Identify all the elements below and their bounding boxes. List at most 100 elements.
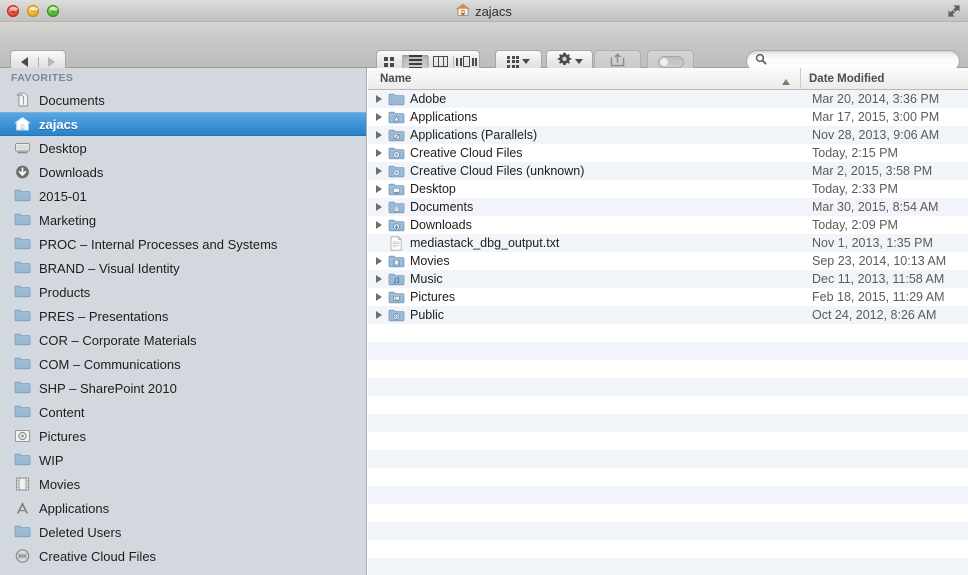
empty-row (368, 360, 968, 378)
music-folder-icon (388, 272, 405, 286)
disclosure-triangle-icon[interactable] (376, 185, 382, 193)
sidebar-item-label: Applications (39, 500, 110, 516)
sidebar-item-label: 2015-01 (39, 188, 87, 204)
cell-date-modified: Nov 28, 2013, 9:06 AM (812, 128, 940, 142)
empty-row (368, 450, 968, 468)
window-title: zajacs (0, 0, 968, 22)
table-row[interactable]: Creative Cloud Files (unknown) Mar 2, 201… (368, 162, 968, 180)
table-row[interactable]: Downloads Today, 2:09 PM (368, 216, 968, 234)
column-header-name[interactable]: Name (368, 73, 800, 85)
column-header-name-label: Name (380, 72, 412, 85)
cell-date-modified: Today, 2:33 PM (812, 182, 898, 196)
table-row[interactable]: Documents Mar 30, 2015, 8:54 AM (368, 198, 968, 216)
sidebar-item-content[interactable]: Content (0, 400, 366, 424)
table-row[interactable]: Public Oct 24, 2012, 8:26 AM (368, 306, 968, 324)
sidebar-item-products[interactable]: Products (0, 280, 366, 304)
chevron-down-icon (574, 59, 583, 64)
forward-button[interactable] (37, 56, 66, 67)
list-icon (408, 54, 422, 69)
sidebar-item-label: Creative Cloud Files (39, 548, 157, 564)
sidebar-item-desktop[interactable]: Desktop (0, 136, 366, 160)
file-rows: Adobe Mar 20, 2014, 3:36 PM Applications Ma… (368, 90, 968, 575)
sidebar-item-2015-01[interactable]: 2015-01 (0, 184, 366, 208)
sidebar-item-deleted-users[interactable]: Deleted Users (0, 520, 366, 544)
sidebar-item-pictures[interactable]: Pictures (0, 424, 366, 448)
disclosure-triangle-icon[interactable] (376, 167, 382, 175)
sidebar-item-marketing[interactable]: Marketing (0, 208, 366, 232)
fullscreen-icon[interactable] (947, 4, 961, 18)
table-row[interactable]: mediastack_dbg_output.txt Nov 1, 2013, 1:… (368, 234, 968, 252)
empty-row (368, 558, 968, 575)
table-row[interactable]: Applications (Parallels) Nov 28, 2013, 9:… (368, 126, 968, 144)
folder-icon (14, 236, 31, 252)
sidebar-item-wip[interactable]: WIP (0, 448, 366, 472)
cell-name: Public (368, 308, 800, 322)
disclosure-triangle-icon[interactable] (376, 257, 382, 265)
empty-row (368, 432, 968, 450)
movies-folder-icon (388, 254, 405, 268)
table-row[interactable]: Adobe Mar 20, 2014, 3:36 PM (368, 90, 968, 108)
table-row[interactable]: Desktop Today, 2:33 PM (368, 180, 968, 198)
table-row[interactable]: Movies Sep 23, 2014, 10:13 AM (368, 252, 968, 270)
column-header-row: Name Date Modified (368, 68, 968, 90)
desktop-folder-icon (388, 182, 405, 196)
cell-name: Documents (368, 200, 800, 214)
folder-icon (14, 332, 31, 348)
empty-row (368, 468, 968, 486)
view-coverflow-button[interactable] (453, 56, 479, 67)
disclosure-triangle-icon[interactable] (376, 149, 382, 157)
cell-date-modified: Dec 11, 2013, 11:58 AM (812, 272, 945, 286)
view-column-button[interactable] (427, 56, 454, 67)
back-button[interactable] (11, 56, 38, 67)
file-name-label: Creative Cloud Files (unknown) (410, 164, 585, 178)
column-header-date[interactable]: Date Modified (800, 68, 968, 90)
disclosure-triangle-icon[interactable] (376, 203, 382, 211)
tag-toggle-icon (657, 55, 684, 68)
table-row[interactable]: Creative Cloud Files Today, 2:15 PM (368, 144, 968, 162)
sidebar-item-pres-presentations[interactable]: PRES – Presentations (0, 304, 366, 328)
disclosure-triangle-icon[interactable] (376, 311, 382, 319)
disclosure-triangle-icon[interactable] (376, 221, 382, 229)
file-name-label: Public (410, 308, 445, 322)
sidebar-item-proc-internal-processes-and-systems[interactable]: PROC – Internal Processes and Systems (0, 232, 366, 256)
disclosure-triangle-icon[interactable] (376, 293, 382, 301)
arrange-icon (507, 55, 519, 68)
sidebar-item-applications[interactable]: Applications (0, 496, 366, 520)
disclosure-triangle-icon[interactable] (376, 113, 382, 121)
folder-icon (14, 284, 31, 300)
sidebar-item-shp-sharepoint-2010[interactable]: SHP – SharePoint 2010 (0, 376, 366, 400)
file-name-label: Music (410, 272, 443, 286)
folder-icon (14, 356, 31, 372)
sidebar-item-label: Documents (39, 92, 105, 108)
sidebar-item-label: SHP – SharePoint 2010 (39, 380, 177, 396)
cell-name: Desktop (368, 182, 800, 196)
sidebar-item-movies[interactable]: Movies (0, 472, 366, 496)
table-row[interactable]: Music Dec 11, 2013, 11:58 AM (368, 270, 968, 288)
sidebar-item-cor-corporate-materials[interactable]: COR – Corporate Materials (0, 328, 366, 352)
sidebar-item-creative-cloud-files[interactable]: Creative Cloud Files (0, 544, 366, 568)
table-row[interactable]: Applications Mar 17, 2015, 3:00 PM (368, 108, 968, 126)
view-list-button[interactable] (401, 54, 428, 69)
sidebar-item-downloads[interactable]: Downloads (0, 160, 366, 184)
cell-name: Pictures (368, 290, 800, 304)
sidebar-item-brand-visual-identity[interactable]: BRAND – Visual Identity (0, 256, 366, 280)
disclosure-triangle-icon[interactable] (376, 275, 382, 283)
file-name-label: mediastack_dbg_output.txt (410, 236, 560, 250)
sidebar-item-zajacs[interactable]: zajacs (0, 112, 366, 136)
table-row[interactable]: Pictures Feb 18, 2015, 11:29 AM (368, 288, 968, 306)
view-icon-button[interactable] (377, 56, 402, 67)
disclosure-triangle-icon[interactable] (376, 131, 382, 139)
file-name-label: Documents (410, 200, 474, 214)
disclosure-triangle-icon[interactable] (376, 95, 382, 103)
folder-icon (14, 380, 31, 396)
file-name-label: Adobe (410, 92, 447, 106)
file-name-label: Desktop (410, 182, 456, 196)
sidebar-item-com-communications[interactable]: COM – Communications (0, 352, 366, 376)
empty-row (368, 414, 968, 432)
forward-arrow-icon (48, 56, 56, 67)
empty-row (368, 396, 968, 414)
search-input[interactable] (771, 54, 941, 68)
applications-folder-icon (388, 110, 405, 124)
sidebar-item-documents[interactable]: Documents (0, 88, 366, 112)
file-name-label: Applications (410, 110, 478, 124)
